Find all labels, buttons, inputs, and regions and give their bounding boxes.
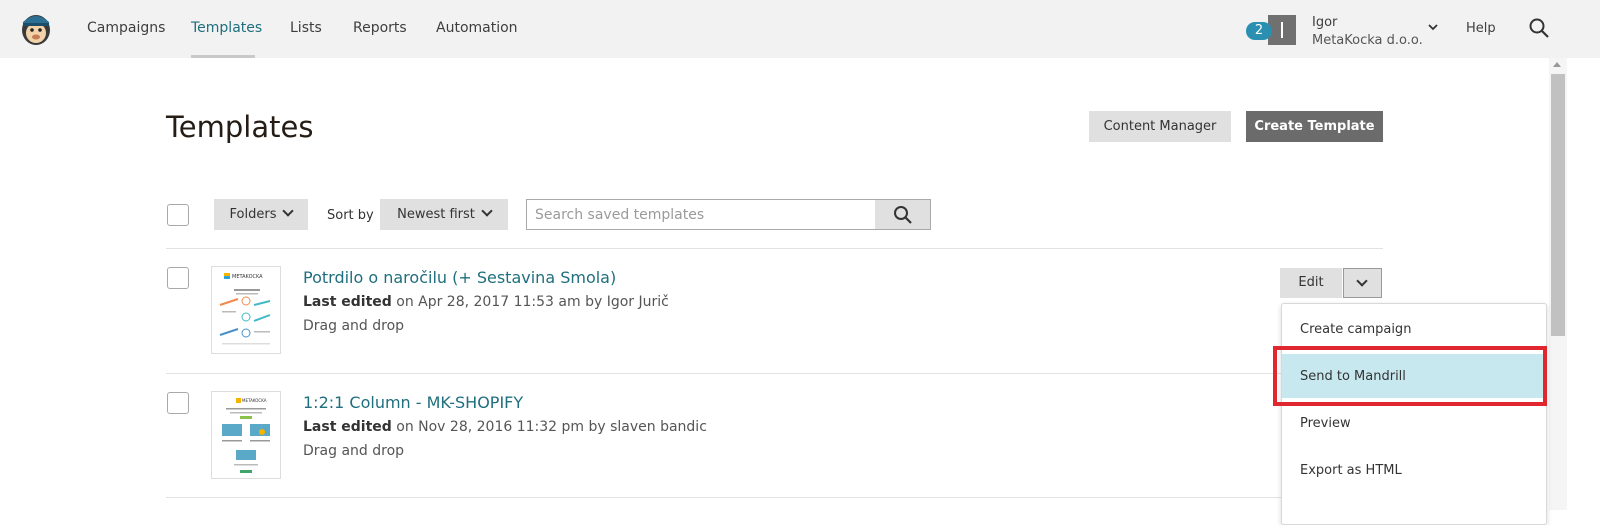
template-title[interactable]: Potrdilo o naročilu (+ Sestavina Smola) (303, 268, 616, 287)
row-checkbox[interactable] (167, 392, 189, 414)
content-manager-button[interactable]: Content Manager (1089, 111, 1231, 142)
search-icon (894, 206, 912, 224)
scroll-thumb[interactable] (1551, 74, 1565, 336)
nav-lists[interactable]: Lists (290, 20, 322, 36)
chevron-down-icon (1356, 275, 1368, 287)
create-template-button[interactable]: Create Template (1246, 111, 1383, 142)
avatar[interactable] (1268, 15, 1296, 45)
last-edited-label: Last edited (303, 294, 392, 310)
template-thumbnail[interactable]: METAKOCKA (211, 266, 281, 354)
nav-automation[interactable]: Automation (436, 20, 518, 36)
thumb-brand: METAKOCKA (242, 398, 267, 403)
chevron-down-icon (481, 205, 493, 217)
edited-text: on Nov 28, 2016 11:32 pm by slaven bandi… (396, 419, 707, 435)
thumbnail-preview: METAKOCKA (219, 273, 271, 345)
thumbnail-preview: METAKOCKA (222, 398, 270, 473)
divider (166, 497, 1383, 498)
menu-item-create-campaign[interactable]: Create campaign (1282, 307, 1546, 351)
template-meta: Last edited on Apr 28, 2017 11:53 am by … (303, 294, 669, 310)
menu-item-export-html[interactable]: Export as HTML (1282, 448, 1546, 492)
menu-item-preview[interactable]: Preview (1282, 401, 1546, 445)
divider (166, 248, 1383, 249)
nav-reports[interactable]: Reports (353, 20, 407, 36)
template-thumbnail[interactable]: METAKOCKA (211, 391, 281, 479)
search-input[interactable] (527, 200, 875, 229)
edit-button[interactable]: Edit (1280, 268, 1342, 298)
search-icon[interactable] (1528, 17, 1550, 39)
user-name[interactable]: Igor (1312, 15, 1337, 30)
template-title[interactable]: 1:2:1 Column - MK-SHOPIFY (303, 393, 523, 412)
template-type: Drag and drop (303, 443, 405, 459)
template-type: Drag and drop (303, 318, 405, 334)
nav-templates[interactable]: Templates (191, 20, 262, 36)
row-checkbox[interactable] (167, 267, 189, 289)
template-actions-menu: Create campaign Send to Mandrill Preview… (1281, 303, 1547, 525)
folders-label: Folders (229, 207, 277, 222)
last-edited-label: Last edited (303, 419, 392, 435)
folders-button[interactable]: Folders (214, 199, 308, 230)
search-box (526, 199, 931, 230)
menu-item-label: Export as HTML (1300, 463, 1402, 478)
sort-by-label: Sort by (327, 208, 374, 223)
thumb-brand: METAKOCKA (232, 274, 263, 280)
scrollbar[interactable] (1549, 58, 1567, 510)
edited-text: on Apr 28, 2017 11:53 am by Igor Jurič (396, 294, 669, 310)
chevron-down-icon[interactable] (1428, 22, 1438, 32)
search-button[interactable] (875, 200, 930, 229)
user-org[interactable]: MetaKocka d.o.o. (1312, 33, 1423, 48)
edit-dropdown-toggle[interactable] (1343, 268, 1382, 298)
mailchimp-logo[interactable] (16, 8, 56, 48)
menu-item-label: Create campaign (1300, 322, 1412, 337)
scroll-up-arrow-icon[interactable] (1553, 62, 1561, 67)
sort-select[interactable]: Newest first (380, 199, 508, 230)
divider (166, 373, 1383, 374)
chevron-down-icon (282, 205, 295, 217)
nav-campaigns[interactable]: Campaigns (87, 20, 165, 36)
notification-badge[interactable]: 2 (1246, 22, 1272, 40)
sort-value: Newest first (397, 207, 475, 222)
highlight-annotation-box (1273, 346, 1547, 406)
select-all-checkbox[interactable] (167, 204, 189, 226)
help-link[interactable]: Help (1466, 21, 1496, 36)
page-title: Templates (166, 110, 314, 144)
menu-item-label: Preview (1300, 416, 1351, 431)
top-nav: Campaigns Templates Lists Reports Automa… (0, 0, 1600, 58)
template-meta: Last edited on Nov 28, 2016 11:32 pm by … (303, 419, 707, 435)
active-tab-indicator (191, 55, 255, 58)
